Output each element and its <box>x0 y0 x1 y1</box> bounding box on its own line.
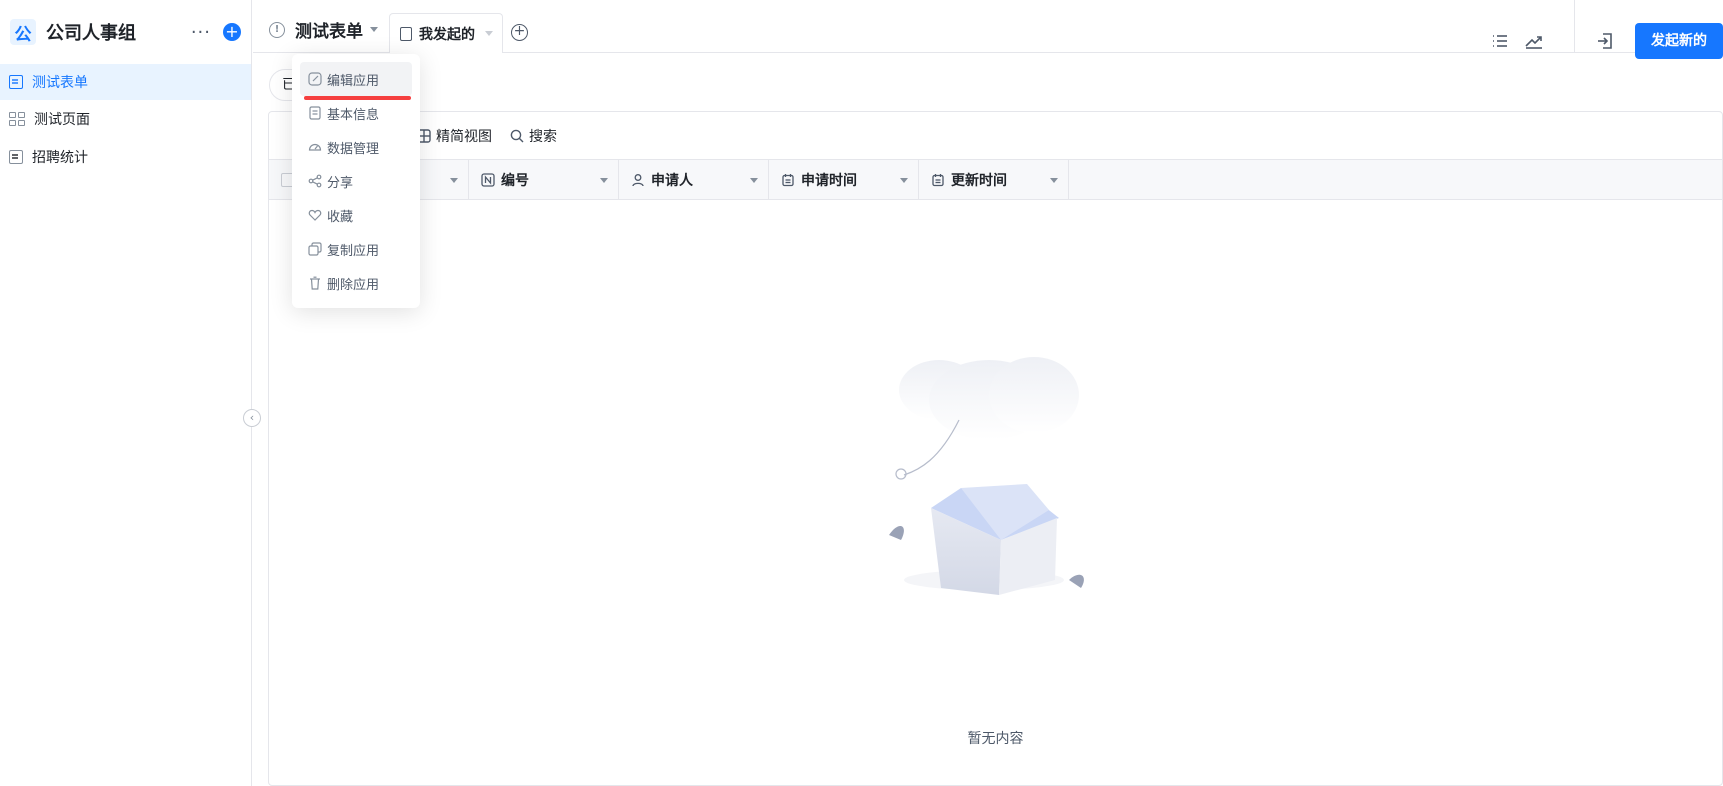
person-icon <box>632 174 644 187</box>
column-label: 编号 <box>501 173 529 189</box>
table-toolbar: 理 精简视图 搜索 <box>269 112 1722 159</box>
menu-item-label: 复制应用 <box>327 243 380 259</box>
app-title-dropdown[interactable]: ! 测试表单 <box>269 17 378 42</box>
column-label: 申请人 <box>651 173 693 189</box>
chevron-down-icon <box>600 177 608 183</box>
empty-state: 暂无内容 <box>269 200 1722 785</box>
topbar-actions: 发起新的 <box>1490 0 1723 67</box>
chevron-down-icon <box>1050 177 1058 183</box>
app-title: 测试表单 <box>295 22 363 42</box>
heart-icon <box>308 209 322 221</box>
form-icon <box>9 75 23 89</box>
trend-chart-icon[interactable] <box>1524 31 1544 51</box>
copy-icon <box>308 242 322 256</box>
table-header: 态 编号 申请人 申请时间 更新 <box>269 159 1722 200</box>
compact-view-button[interactable]: 精简视图 <box>417 126 492 146</box>
data-panel: 理 精简视图 搜索 态 编号 <box>268 111 1723 786</box>
sidebar-item-test-form[interactable]: 测试表单 <box>0 64 251 100</box>
column-label: 更新时间 <box>951 173 1007 189</box>
column-header-update-time[interactable]: 更新时间 <box>919 160 1069 200</box>
tab-my-initiated[interactable]: 我发起的 <box>389 13 503 53</box>
column-header-apply-time[interactable]: 申请时间 <box>769 160 919 200</box>
form-icon <box>9 150 23 164</box>
collapse-sidebar-button[interactable]: ‹ <box>243 409 261 427</box>
menu-item-label: 分享 <box>327 175 354 191</box>
exit-icon[interactable] <box>1595 31 1615 51</box>
empty-box-illustration <box>889 357 1084 595</box>
more-options-icon[interactable]: ··· <box>191 22 211 43</box>
sidebar-item-label: 测试表单 <box>32 75 88 91</box>
sidebar: 公 公司人事组 ··· + 测试表单 测试页面 招聘统计 <box>0 0 252 786</box>
menu-item-edit-app[interactable]: 编辑应用 <box>300 62 412 96</box>
menu-item-copy-app[interactable]: 复制应用 <box>300 232 412 266</box>
divider <box>1574 0 1575 53</box>
menu-item-label: 收藏 <box>327 209 354 225</box>
launch-new-button[interactable]: 发起新的 <box>1635 22 1723 59</box>
sidebar-item-recruit-stats[interactable]: 招聘统计 <box>0 139 251 175</box>
menu-item-data-management[interactable]: 数据管理 <box>300 130 412 164</box>
info-doc-icon <box>309 106 321 120</box>
dashboard-icon <box>308 143 322 151</box>
menu-item-basic-info[interactable]: 基本信息 <box>300 96 412 130</box>
empty-state-text: 暂无内容 <box>967 731 1024 747</box>
chevron-down-icon <box>485 31 493 36</box>
compact-view-label: 精简视图 <box>436 128 492 145</box>
sidebar-item-test-page[interactable]: 测试页面 <box>0 101 251 137</box>
add-view-button[interactable]: + <box>511 24 528 41</box>
chevron-down-icon <box>450 177 458 183</box>
search-label: 搜索 <box>529 128 557 145</box>
app-options-menu: 编辑应用 基本信息 数据管理 分享 收藏 复制应用 删除应用 <box>292 54 420 308</box>
menu-item-share[interactable]: 分享 <box>300 164 412 198</box>
tab-label: 我发起的 <box>419 26 475 43</box>
edit-icon <box>308 72 322 86</box>
menu-item-label: 基本信息 <box>327 107 380 123</box>
column-header-number[interactable]: 编号 <box>469 160 619 200</box>
sidebar-header: 公 公司人事组 ··· + <box>0 0 251 64</box>
chevron-down-icon <box>370 27 378 32</box>
list-icon[interactable] <box>1490 31 1510 51</box>
menu-item-label: 编辑应用 <box>327 73 380 89</box>
document-icon <box>400 26 412 41</box>
menu-item-label: 删除应用 <box>327 277 380 293</box>
search-icon <box>510 129 524 142</box>
group-name: 公司人事组 <box>46 23 136 44</box>
chevron-down-icon <box>750 177 758 183</box>
highlight-underline <box>304 96 411 100</box>
calendar-icon <box>932 174 944 187</box>
column-header-applicant[interactable]: 申请人 <box>619 160 769 200</box>
menu-item-favorite[interactable]: 收藏 <box>300 198 412 232</box>
column-label: 申请时间 <box>801 173 857 189</box>
sidebar-item-label: 招聘统计 <box>32 150 88 166</box>
calendar-icon <box>782 174 794 187</box>
search-button[interactable]: 搜索 <box>510 126 557 146</box>
top-bar: ! 测试表单 我发起的 + 发起新的 <box>253 0 1723 59</box>
chevron-down-icon <box>900 177 908 183</box>
group-avatar: 公 <box>10 19 36 45</box>
page-icon <box>9 112 25 126</box>
menu-item-delete-app[interactable]: 删除应用 <box>300 266 412 300</box>
menu-item-label: 数据管理 <box>327 141 380 157</box>
share-icon <box>308 174 322 188</box>
sidebar-item-label: 测试页面 <box>34 112 90 128</box>
info-icon: ! <box>269 21 285 38</box>
add-app-button[interactable]: + <box>223 23 241 41</box>
trash-icon <box>310 276 320 290</box>
number-icon <box>481 173 495 187</box>
